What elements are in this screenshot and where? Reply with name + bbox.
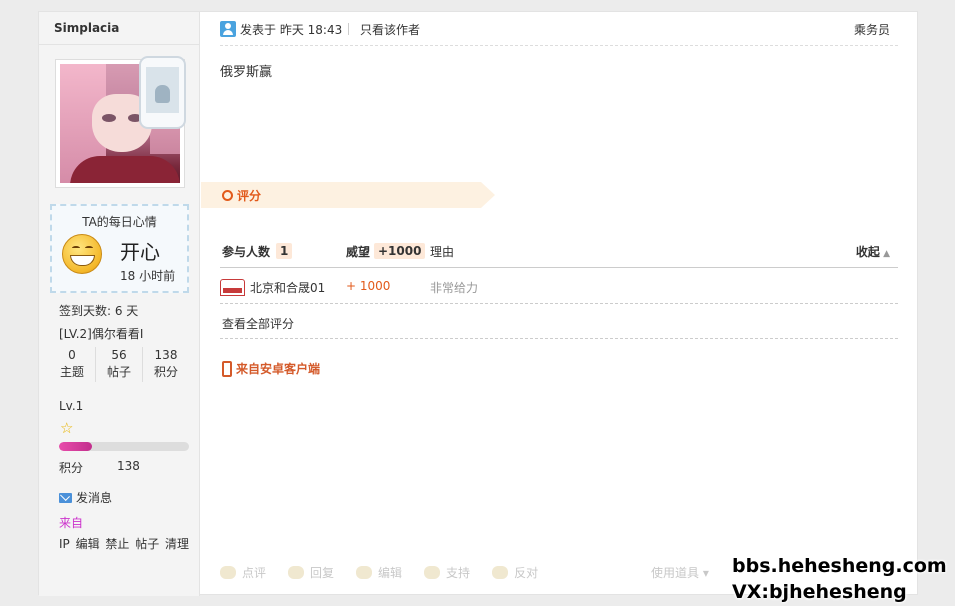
rating-label: 评分 — [237, 189, 262, 203]
use-tools-dropdown[interactable]: 使用道具 ▾ — [651, 564, 709, 581]
weili-label: 威望 — [346, 245, 371, 259]
mood-title: TA的每日心情 — [82, 215, 157, 229]
oppose-button[interactable]: 反对 — [492, 564, 538, 581]
mood-word: 开心 — [120, 240, 160, 264]
reply-button[interactable]: 回复 — [288, 564, 334, 581]
participants-label: 参与人数 — [222, 245, 271, 259]
divider — [39, 44, 200, 45]
admin-links[interactable]: IP 编辑 禁止 帖子 清理 — [59, 535, 189, 552]
android-client-link[interactable]: 来自安卓客户端 — [222, 360, 320, 377]
post-time: 发表于 昨天 18:43 — [240, 23, 343, 37]
level-label: Lv.1 — [59, 399, 84, 413]
star-icon: ☆ — [60, 419, 74, 437]
phone-icon — [222, 360, 232, 377]
floor-label[interactable]: 乘务员 — [854, 21, 890, 38]
rating-header: 参与人数 1 威望 +1000 理由 收起 ▲ — [220, 238, 898, 268]
watermark-vx: VX:bjhehesheng — [732, 581, 907, 603]
view-all-label: 查看全部评分 — [222, 317, 295, 331]
user-sidebar: Simplacia TA的每日心情 开心 18 小时前 签到天数: 6 天 [L… — [39, 12, 200, 596]
rating-score: + 1000 — [346, 279, 391, 293]
participants-count: 1 — [276, 243, 293, 259]
stat-credits[interactable]: 138 积分 — [143, 347, 189, 382]
client-from-label: 来自安卓客户端 — [236, 362, 321, 376]
view-all-ratings[interactable]: 查看全部评分 — [220, 304, 898, 339]
sign-days: 签到天数: 6 天 — [59, 304, 139, 318]
username-link[interactable]: Simplacia — [54, 21, 119, 35]
weili-total: +1000 — [374, 243, 426, 259]
rating-reason: 非常给力 — [430, 281, 479, 295]
post-actions: 点评 回复 编辑 支持 反对 — [220, 564, 538, 581]
collapse-link[interactable]: 收起 ▲ — [856, 243, 890, 260]
from-label: 来自 — [59, 516, 84, 530]
level-title[interactable]: [LV.2]偶尔看看I — [59, 325, 143, 342]
only-author-link[interactable]: 只看该作者 — [360, 21, 420, 38]
post-header: 发表于 昨天 18:43 只看该作者 乘务员 — [220, 12, 898, 46]
user-icon — [220, 21, 236, 37]
credit-label: 积分 — [59, 461, 84, 475]
reason-label: 理由 — [430, 245, 455, 259]
rating-table: 参与人数 1 威望 +1000 理由 收起 ▲ 北京和合晟01 + 1000 非… — [220, 238, 898, 339]
credit-value: 138 — [117, 459, 140, 473]
mood-time: 18 小时前 — [120, 269, 176, 283]
laughing-face-icon — [62, 234, 102, 274]
android-client-icon — [139, 56, 186, 129]
rater-avatar[interactable] — [220, 279, 245, 296]
stat-posts[interactable]: 56 帖子 — [96, 347, 143, 382]
stat-threads[interactable]: 0 主题 — [49, 347, 96, 382]
level-progress-fill — [59, 442, 92, 451]
post-frame: Simplacia TA的每日心情 开心 18 小时前 签到天数: 6 天 [L… — [38, 11, 918, 596]
comment-button[interactable]: 点评 — [220, 564, 266, 581]
send-message-label: 发消息 — [76, 491, 113, 505]
support-button[interactable]: 支持 — [424, 564, 470, 581]
rater-name[interactable]: 北京和合晟01 — [250, 279, 325, 296]
level-progress-bar — [59, 442, 189, 451]
send-message-link[interactable]: 发消息 — [59, 489, 112, 506]
rating-row: 北京和合晟01 + 1000 非常给力 — [220, 268, 898, 304]
circle-icon — [222, 190, 233, 201]
edit-button[interactable]: 编辑 — [356, 564, 402, 581]
envelope-icon — [59, 492, 72, 503]
watermark-url: bbs.hehesheng.com — [732, 555, 947, 577]
divider — [348, 23, 349, 35]
daily-mood-box: TA的每日心情 开心 18 小时前 — [50, 204, 189, 293]
post-content: 俄罗斯赢 — [220, 65, 273, 80]
user-stats: 0 主题 56 帖子 138 积分 — [49, 347, 189, 382]
